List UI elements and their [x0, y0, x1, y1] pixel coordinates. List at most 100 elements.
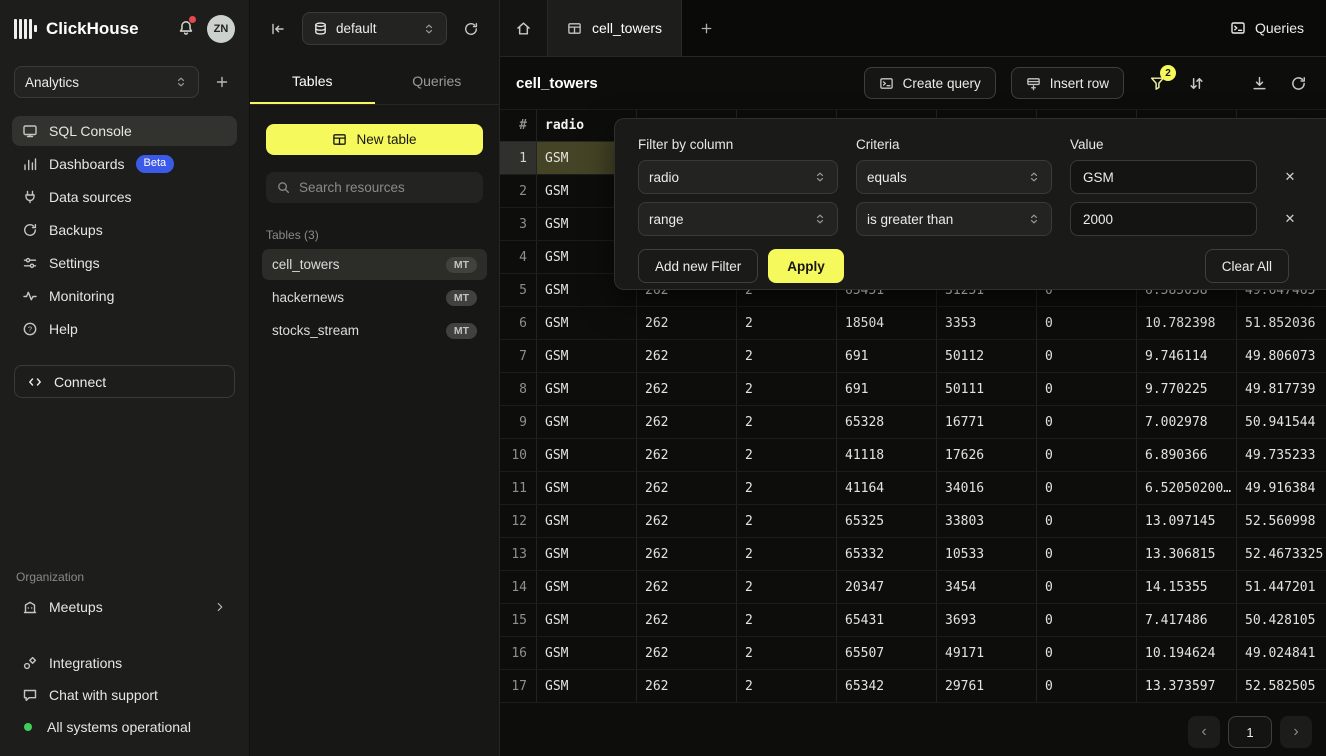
prev-page-button[interactable]: ‹ — [1188, 716, 1220, 748]
table-row[interactable]: 17GSM26226534229761013.37359752.582505 — [500, 670, 1326, 703]
table-cell[interactable]: 3353 — [937, 307, 1037, 339]
table-cell[interactable]: 2 — [737, 307, 837, 339]
table-cell[interactable]: 0 — [1037, 670, 1137, 702]
table-cell[interactable]: 50112 — [937, 340, 1037, 372]
collapse-panel-button[interactable] — [266, 17, 290, 41]
refresh-database-button[interactable] — [459, 17, 483, 41]
remove-filter-button[interactable]: ✕ — [1275, 162, 1305, 192]
table-cell[interactable]: 13.097145 — [1137, 505, 1237, 537]
sidebar-item-meetups[interactable]: Meetups — [12, 592, 237, 622]
table-cell[interactable]: 2 — [737, 637, 837, 669]
table-row[interactable]: 6GSM2622185043353010.78239851.852036 — [500, 307, 1326, 340]
table-item-hackernews[interactable]: hackernews MT — [262, 282, 487, 313]
table-cell[interactable]: 0 — [1037, 340, 1137, 372]
tab-cell-towers[interactable]: cell_towers — [547, 0, 682, 56]
table-cell[interactable]: 65342 — [837, 670, 937, 702]
table-cell[interactable]: 2 — [737, 505, 837, 537]
table-cell[interactable]: 49.735233 — [1237, 439, 1326, 471]
table-cell[interactable]: 51.852036 — [1237, 307, 1326, 339]
table-cell[interactable]: 7.417486 — [1137, 604, 1237, 636]
table-cell[interactable]: 33803 — [937, 505, 1037, 537]
add-workspace-button[interactable] — [209, 69, 235, 95]
remove-filter-button[interactable]: ✕ — [1275, 204, 1305, 234]
table-row[interactable]: 8GSM26226915011109.77022549.817739 — [500, 373, 1326, 406]
table-cell[interactable]: 50.428105 — [1237, 604, 1326, 636]
sidebar-item-settings[interactable]: Settings — [12, 248, 237, 278]
table-cell[interactable]: 262 — [637, 505, 737, 537]
table-cell[interactable]: 9.770225 — [1137, 373, 1237, 405]
table-cell[interactable]: 52.4673325 — [1237, 538, 1326, 570]
database-select[interactable]: default — [302, 12, 447, 45]
filter-criteria-select[interactable]: is greater than — [856, 202, 1052, 236]
new-tab-button[interactable] — [682, 0, 730, 56]
table-cell[interactable]: 9.746114 — [1137, 340, 1237, 372]
table-item-stocks-stream[interactable]: stocks_stream MT — [262, 315, 487, 346]
table-cell[interactable]: 29761 — [937, 670, 1037, 702]
sidebar-item-chat-support[interactable]: Chat with support — [12, 680, 237, 710]
table-cell[interactable]: GSM — [537, 307, 637, 339]
workspace-select[interactable]: Analytics — [14, 66, 199, 98]
table-cell[interactable]: 14.15355 — [1137, 571, 1237, 603]
notifications-bell-icon[interactable] — [177, 19, 197, 39]
filter-column-select[interactable]: range — [638, 202, 838, 236]
table-cell[interactable]: 262 — [637, 538, 737, 570]
filter-column-select[interactable]: radio — [638, 160, 838, 194]
table-cell[interactable]: 17626 — [937, 439, 1037, 471]
table-cell[interactable]: GSM — [537, 406, 637, 438]
table-cell[interactable]: 18504 — [837, 307, 937, 339]
table-cell[interactable]: 50.941544 — [1237, 406, 1326, 438]
table-cell[interactable]: 52.582505 — [1237, 670, 1326, 702]
table-cell[interactable]: 2 — [737, 538, 837, 570]
table-cell[interactable]: 50111 — [937, 373, 1037, 405]
table-item-cell-towers[interactable]: cell_towers MT — [262, 249, 487, 280]
table-cell[interactable]: 13.373597 — [1137, 670, 1237, 702]
table-cell[interactable]: 3693 — [937, 604, 1037, 636]
table-cell[interactable]: GSM — [537, 505, 637, 537]
filter-criteria-select[interactable]: equals — [856, 160, 1052, 194]
search-box[interactable] — [266, 172, 483, 203]
table-cell[interactable]: 2 — [737, 406, 837, 438]
filter-button[interactable]: 2 — [1145, 71, 1169, 95]
tab-tables[interactable]: Tables — [250, 57, 375, 104]
table-cell[interactable]: 0 — [1037, 307, 1137, 339]
apply-filters-button[interactable]: Apply — [768, 249, 844, 283]
sidebar-item-sql-console[interactable]: SQL Console — [12, 116, 237, 146]
table-cell[interactable]: 2 — [737, 604, 837, 636]
sidebar-item-monitoring[interactable]: Monitoring — [12, 281, 237, 311]
queries-button[interactable]: Queries — [1230, 20, 1304, 36]
search-input[interactable] — [299, 180, 476, 195]
refresh-table-button[interactable] — [1286, 71, 1310, 95]
add-filter-button[interactable]: Add new Filter — [638, 249, 758, 283]
table-cell[interactable]: 49.817739 — [1237, 373, 1326, 405]
table-cell[interactable]: GSM — [537, 538, 637, 570]
table-cell[interactable]: 16771 — [937, 406, 1037, 438]
connect-button[interactable]: Connect — [14, 365, 235, 398]
table-cell[interactable]: 49.916384 — [1237, 472, 1326, 504]
table-cell[interactable]: 2 — [737, 670, 837, 702]
table-cell[interactable]: 262 — [637, 406, 737, 438]
sidebar-item-dashboards[interactable]: Dashboards Beta — [12, 149, 237, 179]
sidebar-item-integrations[interactable]: Integrations — [12, 648, 237, 678]
avatar[interactable]: ZN — [207, 15, 235, 43]
table-row[interactable]: 13GSM26226533210533013.30681552.4673325 — [500, 538, 1326, 571]
table-cell[interactable]: 2 — [737, 439, 837, 471]
column-header[interactable]: # — [500, 110, 537, 141]
table-row[interactable]: 10GSM2622411181762606.89036649.735233 — [500, 439, 1326, 472]
table-cell[interactable]: 6.52050200… — [1137, 472, 1237, 504]
table-cell[interactable]: 13.306815 — [1137, 538, 1237, 570]
table-row[interactable]: 12GSM26226532533803013.09714552.560998 — [500, 505, 1326, 538]
table-cell[interactable]: 65332 — [837, 538, 937, 570]
sidebar-item-backups[interactable]: Backups — [12, 215, 237, 245]
create-query-button[interactable]: Create query — [864, 67, 996, 99]
table-cell[interactable]: 0 — [1037, 637, 1137, 669]
table-cell[interactable]: GSM — [537, 637, 637, 669]
current-page[interactable]: 1 — [1228, 716, 1272, 748]
table-cell[interactable]: GSM — [537, 571, 637, 603]
table-cell[interactable]: GSM — [537, 373, 637, 405]
table-cell[interactable]: 3454 — [937, 571, 1037, 603]
table-cell[interactable]: 34016 — [937, 472, 1037, 504]
table-cell[interactable]: GSM — [537, 472, 637, 504]
table-cell[interactable]: 49.806073 — [1237, 340, 1326, 372]
table-cell[interactable]: 6.890366 — [1137, 439, 1237, 471]
insert-row-button[interactable]: Insert row — [1011, 67, 1124, 99]
